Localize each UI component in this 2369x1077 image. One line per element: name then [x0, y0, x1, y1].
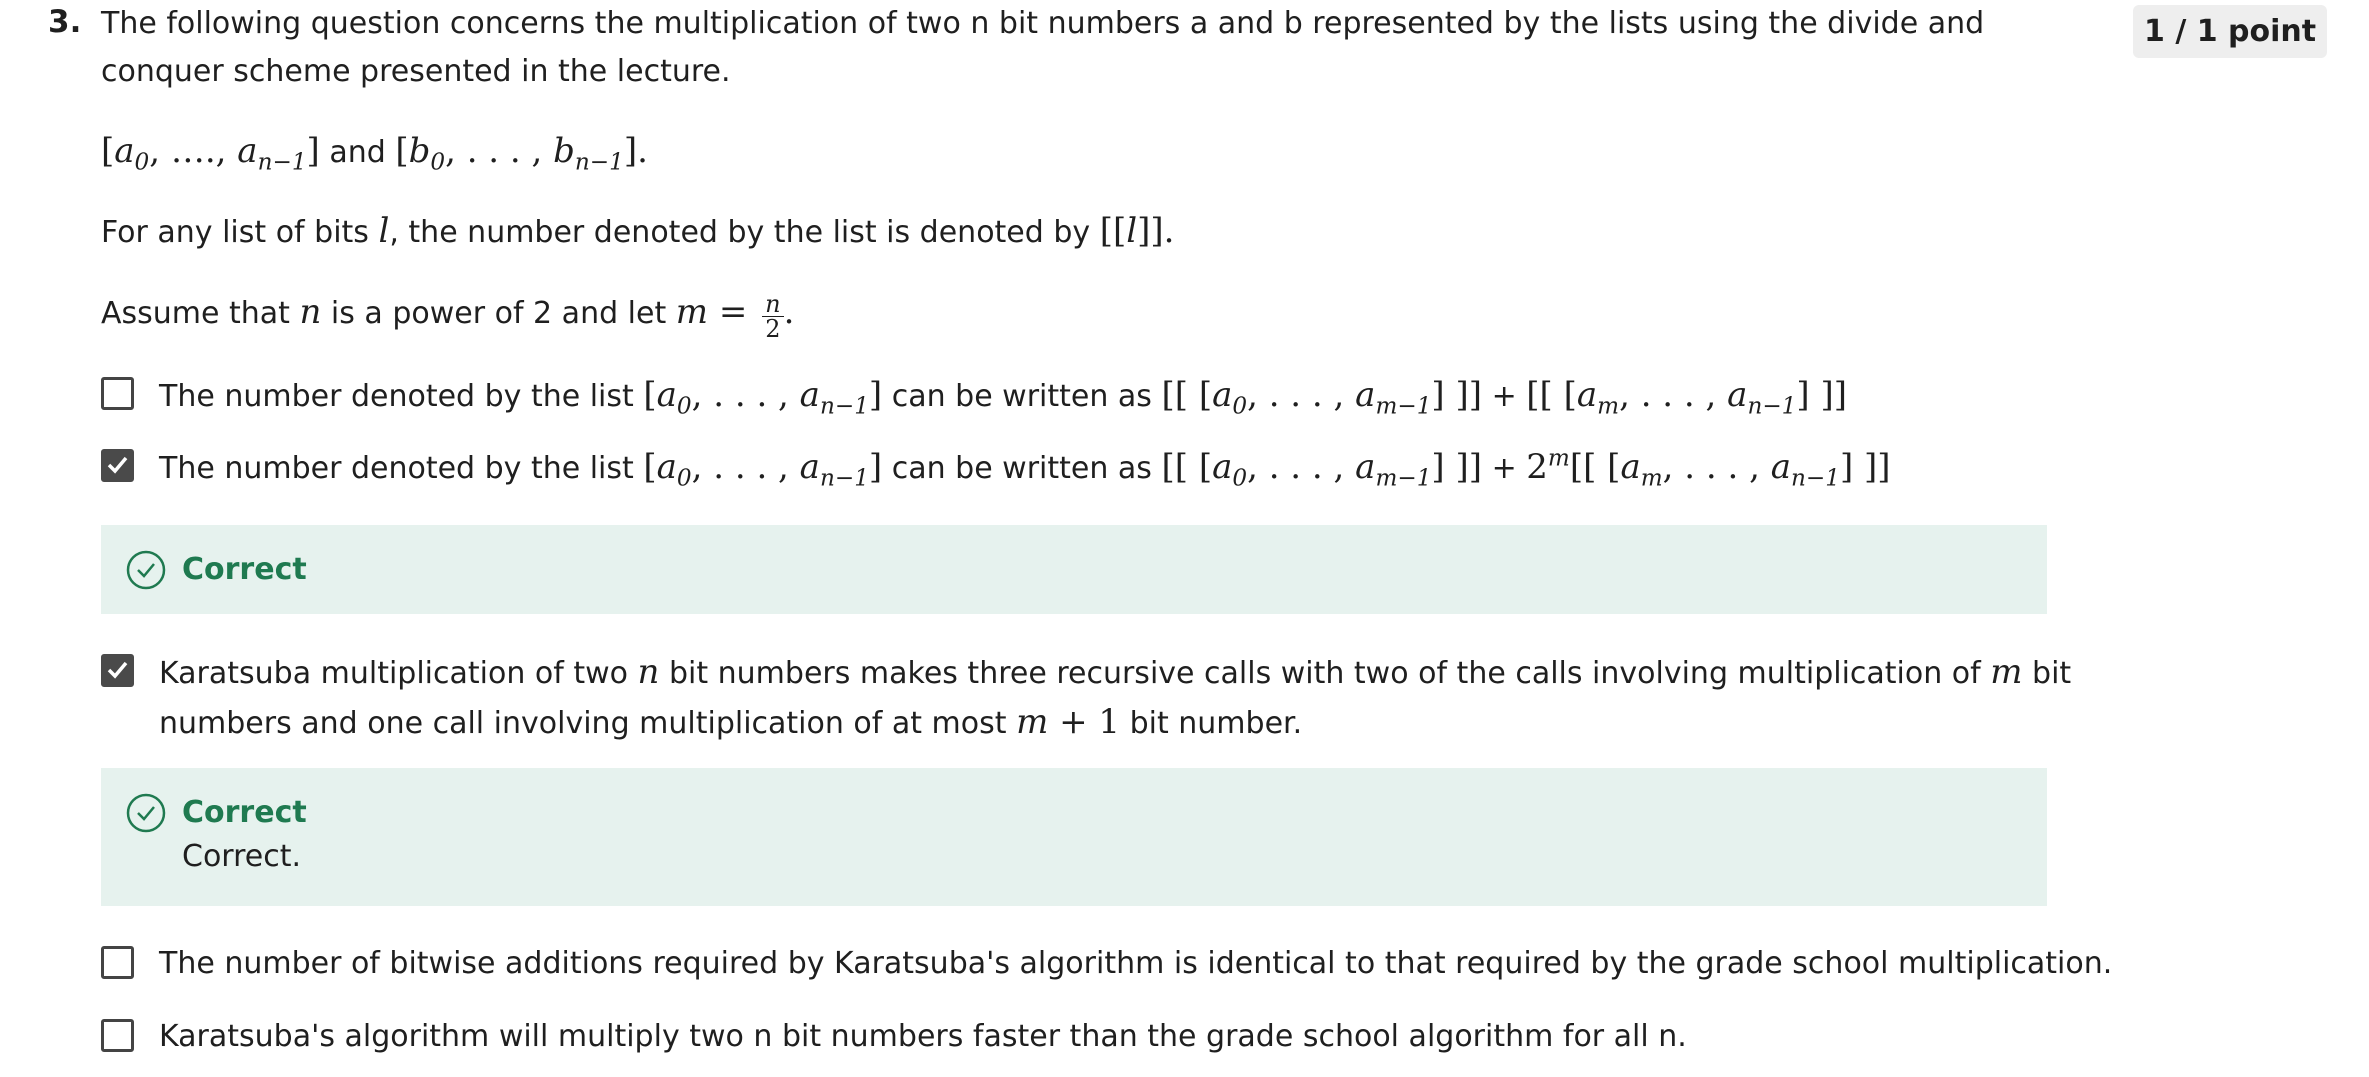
option-3-m-plus-1-math: m + 1 [1016, 702, 1121, 742]
option-3-text: Karatsuba multiplication of two n bit nu… [159, 648, 2089, 748]
l-math: l [378, 211, 390, 251]
option-5-text: Karatsuba's algorithm will multiply two … [159, 1019, 1687, 1054]
and-word: and [329, 135, 386, 170]
option-1-operator: + [1491, 379, 1517, 414]
question-number: 3. [48, 4, 82, 40]
option-3-text-4: bit number. [1120, 706, 1303, 741]
check-circle-icon [126, 793, 166, 833]
list-a-math: [a0, …., an−1] [101, 131, 320, 176]
option-1-list-math: [a0, . . . , an−1] [643, 375, 883, 420]
option-4-checkbox[interactable] [101, 946, 134, 979]
bits-text-2: , the number denoted by the list is deno… [389, 215, 1100, 250]
question-intro: The following question concerns the mult… [101, 6, 1985, 89]
option-1-expr-math: [[ [a0, . . . , am−1] ]] [1161, 375, 1483, 420]
option-1-prefix: The number denoted by the list [159, 379, 634, 414]
option-3-m-math: m [1990, 652, 2023, 692]
m-def-math: m = n2. [675, 290, 795, 343]
option-2-checkbox[interactable] [101, 449, 134, 482]
option-2-feedback: Correct [101, 525, 2047, 614]
option-2-text: The number denoted by the list [a0, . . … [159, 443, 1891, 493]
option-4-text: The number of bitwise additions required… [159, 946, 2113, 981]
assume-text-2: is a power of 2 and let [321, 296, 676, 331]
check-circle-icon [126, 550, 166, 590]
option-2-prefix: The number denoted by the list [159, 451, 634, 486]
option-2-expr-math: [[ [a0, . . . , am−1] ]] [1161, 447, 1483, 492]
feedback-label: Correct [182, 552, 307, 587]
option-3-text-1: Karatsuba multiplication of two [159, 656, 638, 691]
option-3[interactable]: Karatsuba multiplication of two n bit nu… [101, 648, 2089, 748]
bits-text-1: For any list of bits [101, 215, 379, 250]
assume-text-1: Assume that [101, 296, 300, 331]
option-2-expr2-math: 2m[[ [am, . . . , an−1] ]] [1526, 445, 1891, 492]
option-1-checkbox[interactable] [101, 377, 134, 410]
option-2-operator: + [1491, 451, 1517, 486]
option-2[interactable]: The number denoted by the list [a0, . . … [101, 443, 1891, 493]
feedback-text: Correct. [182, 839, 302, 874]
assume-line: Assume that n is a power of 2 and let m … [101, 288, 794, 341]
option-3-feedback: Correct Correct. [101, 768, 2047, 906]
option-2-list-math: [a0, . . . , an−1] [643, 447, 883, 492]
option-1-text: The number denoted by the list [a0, . . … [159, 371, 1847, 421]
n-math: n [299, 292, 322, 332]
option-1-middle: can be written as [891, 379, 1152, 414]
option-4[interactable]: The number of bitwise additions required… [101, 940, 2112, 988]
option-2-middle: can be written as [891, 451, 1152, 486]
denotation-math: [[l]]. [1099, 211, 1175, 251]
option-3-n-math: n [637, 652, 660, 692]
option-5-checkbox[interactable] [101, 1019, 134, 1052]
checkmark-icon [107, 456, 128, 474]
option-1[interactable]: The number denoted by the list [a0, . . … [101, 371, 1847, 421]
option-3-checkbox[interactable] [101, 654, 134, 687]
option-3-text-2: bit numbers makes three recursive calls … [659, 656, 1991, 691]
feedback-label: Correct [182, 795, 307, 830]
list-b-math: [b0, . . . , bn−1]. [395, 131, 648, 176]
lists-line: [a0, …., an−1] and [b0, . . . , bn−1]. [101, 127, 648, 177]
option-1-expr2-math: [[ [am, . . . , an−1] ]] [1526, 375, 1847, 420]
checkmark-icon [107, 661, 128, 679]
bits-line: For any list of bits l, the number denot… [101, 207, 1174, 257]
option-5[interactable]: Karatsuba's algorithm will multiply two … [101, 1013, 1687, 1061]
points-badge: 1 / 1 point [2133, 5, 2328, 58]
